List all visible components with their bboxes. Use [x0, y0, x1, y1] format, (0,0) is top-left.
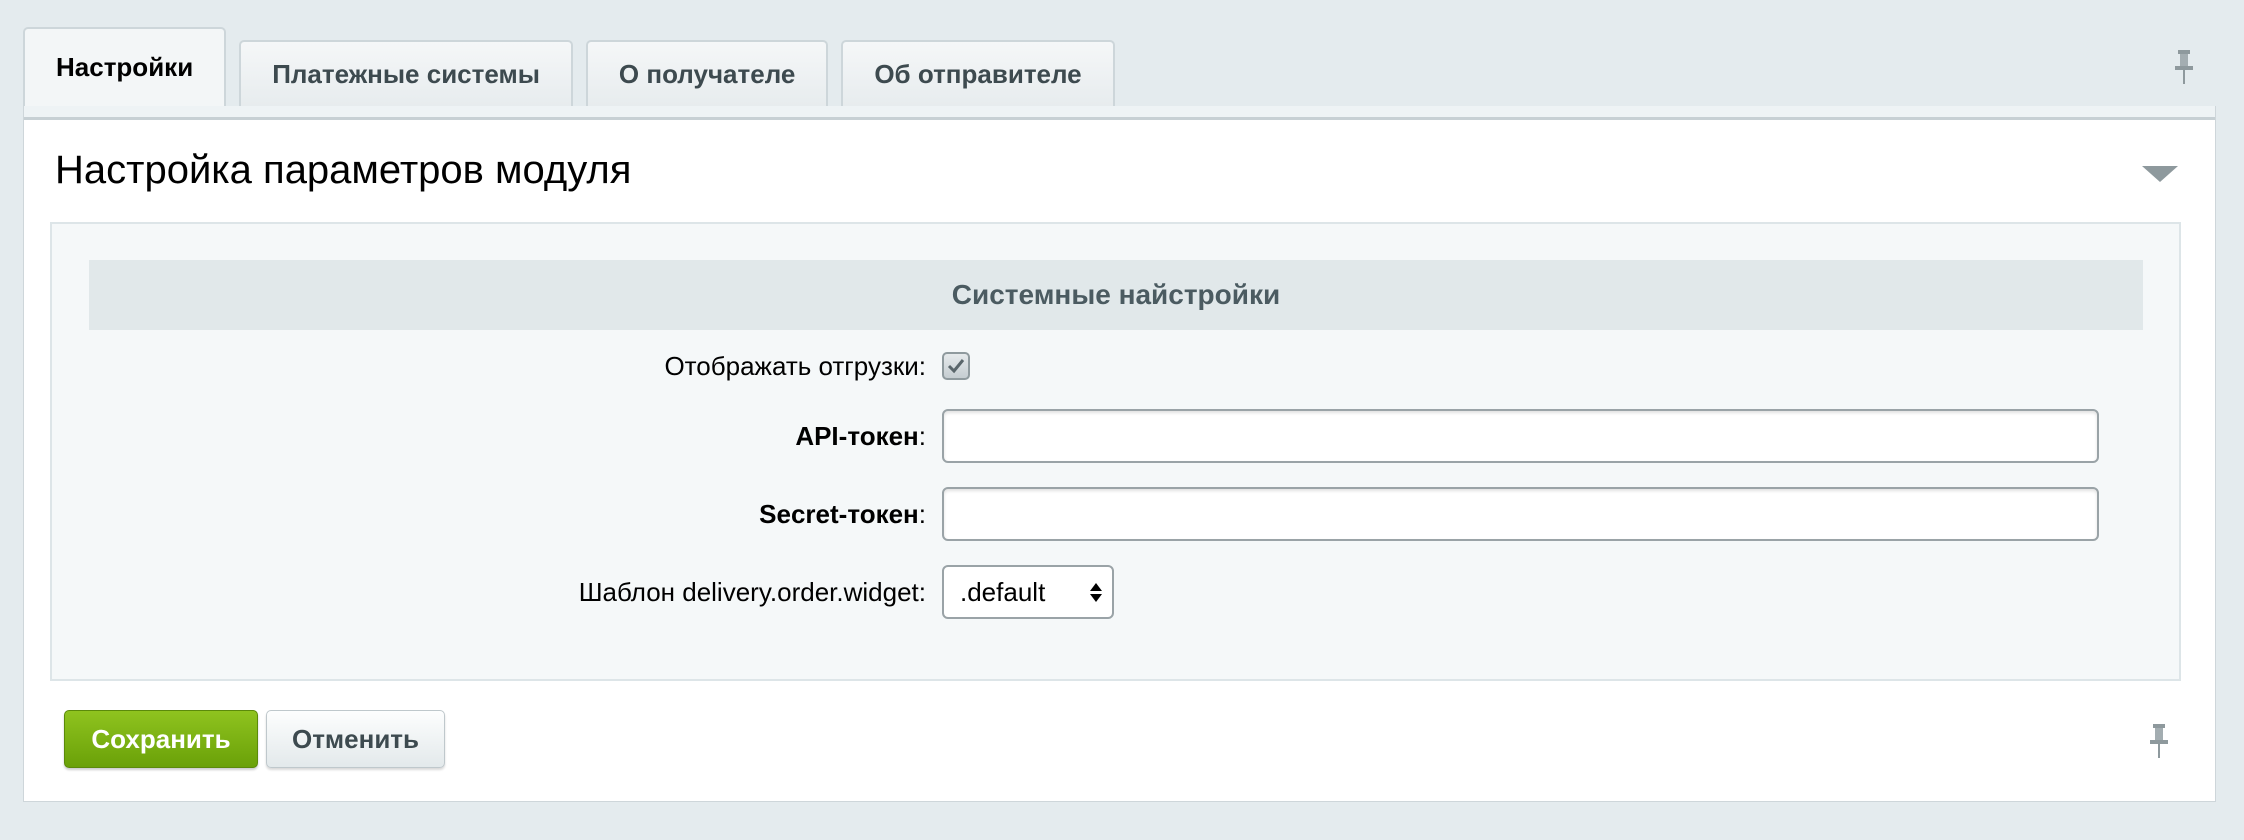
settings-panel: Настройка параметров модуля Системные на…	[23, 106, 2216, 802]
widget-template-value: .default	[960, 576, 1046, 607]
row-api-token: API-токен:	[52, 409, 2179, 463]
cancel-button[interactable]: Отменить	[266, 710, 445, 768]
api-token-input[interactable]	[942, 409, 2099, 463]
pin-icon[interactable]	[2150, 724, 2168, 758]
tab-recipient[interactable]: О получателе	[585, 40, 829, 106]
show-shipments-checkbox[interactable]	[942, 352, 970, 380]
widget-template-label: Шаблон delivery.order.widget:	[578, 576, 926, 607]
secret-token-input[interactable]	[942, 487, 2099, 541]
tab-payment-systems[interactable]: Платежные системы	[239, 40, 573, 106]
row-show-shipments: Отображать отгрузки:	[52, 346, 2179, 386]
secret-token-label: Secret-токен:	[52, 499, 926, 530]
row-secret-token: Secret-токен:	[52, 487, 2179, 541]
secret-token-label-text: Secret-токен	[759, 498, 919, 529]
api-token-label-colon: :	[918, 420, 926, 451]
widget-template-select[interactable]: .default	[942, 565, 1114, 619]
select-arrows-icon	[1090, 582, 1102, 602]
row-widget-template: Шаблон delivery.order.widget: .default	[52, 565, 2179, 619]
show-shipments-label: Отображать отгрузки:	[664, 350, 926, 381]
panel-top-border	[24, 106, 2215, 120]
pin-icon[interactable]	[2175, 50, 2193, 84]
tab-bar: Настройки Платежные системы О получателе…	[23, 27, 1128, 106]
settings-form: Системные найстройки Отображать отгрузки…	[50, 222, 2181, 681]
secret-token-label-colon: :	[918, 498, 926, 529]
page-title: Настройка параметров модуля	[55, 148, 632, 192]
triangle-down-icon[interactable]	[2142, 162, 2178, 186]
api-token-label: API-токен:	[52, 421, 926, 452]
api-token-label-text: API-токен	[795, 420, 919, 451]
checkmark-icon	[947, 359, 965, 374]
tab-settings[interactable]: Настройки	[23, 27, 227, 106]
tab-sender[interactable]: Об отправителе	[841, 40, 1115, 106]
save-button[interactable]: Сохранить	[64, 710, 258, 768]
section-heading: Системные найстройки	[89, 260, 2143, 330]
